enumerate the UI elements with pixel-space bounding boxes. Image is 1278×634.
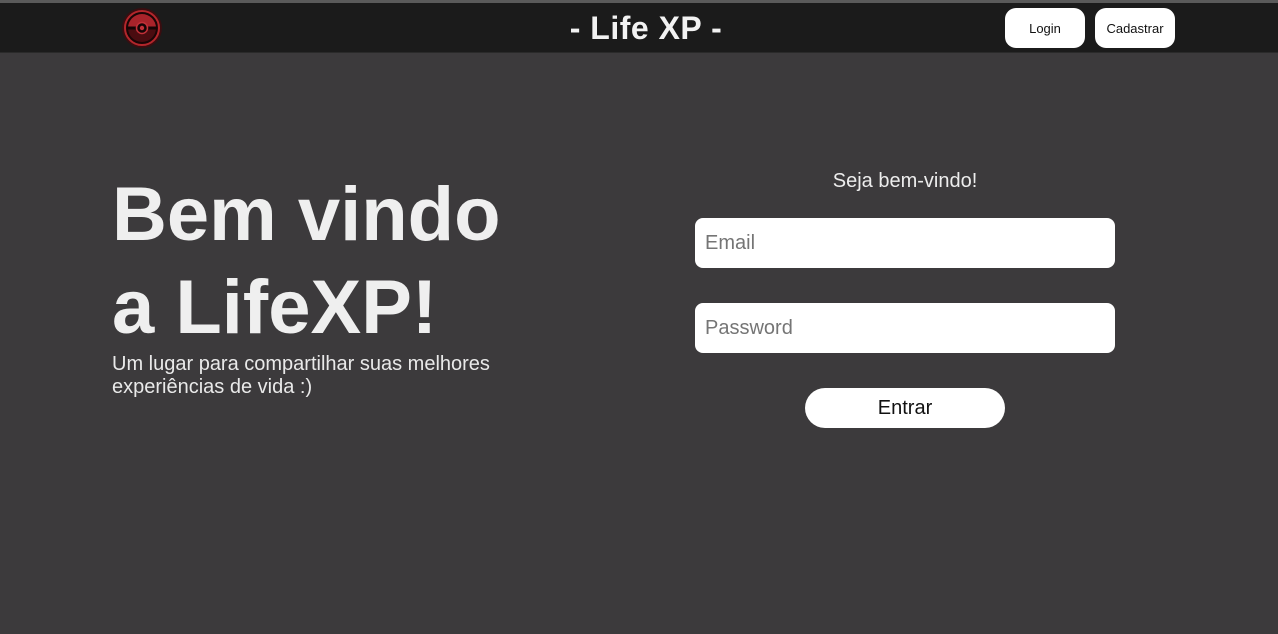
site-title: - Life XP -: [569, 10, 723, 46]
hero-heading-line2: a LifeXP!: [112, 265, 438, 350]
submit-button[interactable]: Entrar: [805, 388, 1005, 428]
welcome-text: Seja bem-vindo!: [832, 170, 978, 192]
hero-heading: Bem vindo a LifeXP!: [112, 168, 582, 354]
email-field[interactable]: [695, 218, 1115, 268]
signup-button[interactable]: Cadastrar: [1095, 8, 1175, 48]
password-field[interactable]: [695, 303, 1115, 353]
navbar: - Life XP - Login Cadastrar: [0, 3, 1278, 53]
hero-heading-line1: Bem vindo: [112, 172, 501, 257]
login-button[interactable]: Login: [1005, 8, 1085, 48]
hero-subtitle: Um lugar para compartilhar suas melhores…: [112, 353, 490, 398]
